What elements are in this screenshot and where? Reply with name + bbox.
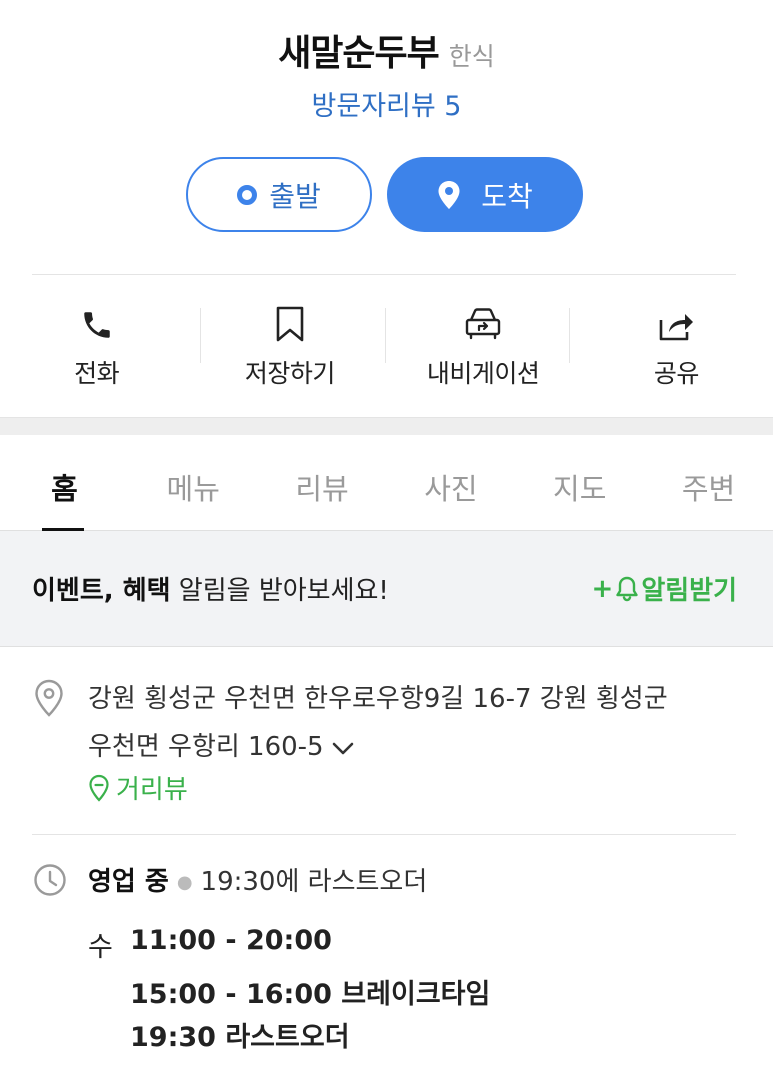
address-line-2: 우천면 우항리 160-5 bbox=[88, 732, 324, 762]
street-view-pin-icon bbox=[89, 774, 109, 802]
street-view-link[interactable]: 거리뷰 bbox=[88, 769, 188, 806]
tab-reviews[interactable]: 리뷰 bbox=[258, 435, 387, 530]
open-status: 영업 중 bbox=[88, 867, 169, 897]
address-line-1: 강원 횡성군 우천면 한우로우항9길 16-7 강원 횡성군 bbox=[88, 684, 668, 714]
tab-bar: 홈 메뉴 리뷰 사진 지도 주변 bbox=[0, 435, 773, 531]
address-section: 강원 횡성군 우천면 한우로우항9길 16-7 강원 횡성군 우천면 우항리 1… bbox=[0, 647, 773, 835]
address-text[interactable]: 강원 횡성군 우천면 한우로우항9길 16-7 강원 횡성군 우천면 우항리 1… bbox=[88, 675, 733, 772]
break-time: 15:00 - 16:00 브레이크타임 bbox=[130, 979, 491, 1010]
bell-icon bbox=[615, 576, 639, 602]
tab-photos[interactable]: 사진 bbox=[386, 435, 515, 530]
clock-icon bbox=[33, 863, 67, 901]
notification-subscribe-button[interactable]: + 알림받기 bbox=[592, 570, 737, 607]
location-pin-icon bbox=[33, 679, 65, 721]
phone-icon bbox=[80, 302, 114, 342]
place-name: 새말순두부 bbox=[278, 33, 440, 74]
share-icon bbox=[657, 302, 695, 342]
event-strong-text: 이벤트, 혜택 bbox=[32, 576, 171, 606]
section-gap bbox=[0, 417, 773, 435]
visitor-review-link[interactable]: 방문자리뷰 5 bbox=[0, 84, 773, 123]
street-view-label: 거리뷰 bbox=[116, 775, 188, 805]
place-category: 한식 bbox=[448, 42, 495, 71]
open-hours: 11:00 - 20:00 bbox=[130, 925, 332, 956]
depart-button[interactable]: 출발 bbox=[186, 157, 372, 232]
plus-icon: + bbox=[591, 573, 614, 604]
car-navigation-icon bbox=[464, 302, 502, 342]
depart-label: 출발 bbox=[269, 179, 321, 213]
business-hours-section: 영업 중 ● 19:30에 라스트오더 수 11:00 - 20:00 15:00 … bbox=[0, 835, 773, 1065]
origin-dot-icon bbox=[237, 184, 258, 205]
action-separator bbox=[569, 308, 570, 363]
share-action[interactable]: 공유 bbox=[580, 275, 773, 417]
tab-home[interactable]: 홈 bbox=[0, 435, 129, 530]
location-pin-icon bbox=[437, 180, 461, 210]
share-label: 공유 bbox=[653, 359, 700, 388]
navigation-label: 내비게이션 bbox=[426, 359, 540, 388]
arrive-label: 도착 bbox=[481, 179, 533, 213]
event-message: 이벤트, 혜택 알림을 받아보세요! bbox=[32, 570, 389, 607]
tab-map[interactable]: 지도 bbox=[515, 435, 644, 530]
separator-dot: ● bbox=[176, 872, 193, 893]
tab-menu[interactable]: 메뉴 bbox=[129, 435, 258, 530]
call-action[interactable]: 전화 bbox=[0, 275, 193, 417]
save-label: 저장하기 bbox=[244, 359, 336, 388]
last-order-note: 19:30에 라스트오더 bbox=[200, 867, 428, 897]
address-line-2-row: 우천면 우항리 160-5 bbox=[88, 723, 733, 772]
action-separator bbox=[200, 308, 201, 363]
call-label: 전화 bbox=[74, 359, 120, 388]
hours-day: 수 bbox=[88, 932, 113, 963]
title-row: 새말순두부 한식 bbox=[0, 24, 773, 76]
event-banner: 이벤트, 혜택 알림을 받아보세요! + 알림받기 bbox=[0, 531, 773, 647]
action-bar: 전화 저장하기 내비게이션 공유 bbox=[0, 275, 773, 417]
active-tab-indicator bbox=[42, 528, 84, 531]
action-separator bbox=[385, 308, 386, 363]
bookmark-icon bbox=[275, 302, 305, 342]
save-action[interactable]: 저장하기 bbox=[193, 275, 386, 417]
event-body-text: 알림을 받아보세요! bbox=[170, 576, 389, 606]
arrive-button[interactable]: 도착 bbox=[387, 157, 583, 232]
last-order-time: 19:30 라스트오더 bbox=[130, 1022, 350, 1053]
notification-subscribe-label: 알림받기 bbox=[641, 576, 737, 606]
business-status-row[interactable]: 영업 중 ● 19:30에 라스트오더 bbox=[88, 861, 427, 898]
navigation-action[interactable]: 내비게이션 bbox=[387, 275, 580, 417]
chevron-down-icon[interactable] bbox=[332, 724, 354, 772]
tab-nearby[interactable]: 주변 bbox=[644, 435, 773, 530]
place-header: 새말순두부 한식 방문자리뷰 5 출발 도착 bbox=[0, 0, 773, 275]
